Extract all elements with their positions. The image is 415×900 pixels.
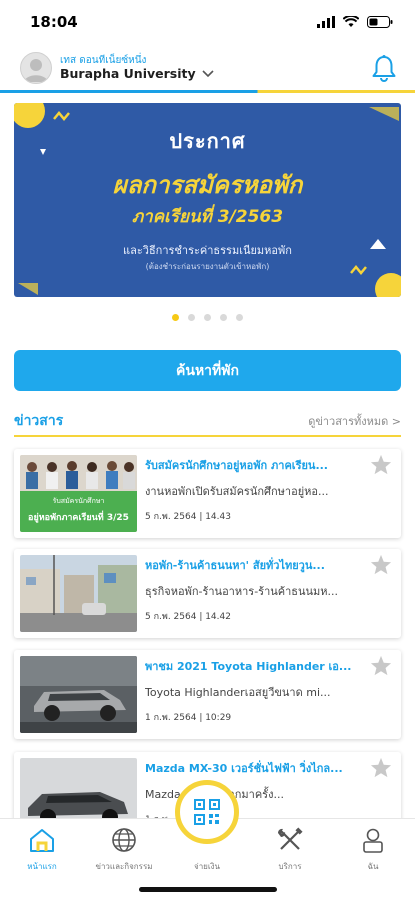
- university-name: Burapha University: [60, 65, 214, 81]
- news-thumbnail: [20, 656, 137, 733]
- news-description: ธุรกิจหอพัก-ร้านอาหาร-ร้านค้าธนนมห...: [145, 585, 339, 598]
- banner-term: ภาคเรียนที่ 3/2563: [131, 207, 284, 227]
- notification-button[interactable]: [371, 54, 397, 86]
- carousel-dot[interactable]: [204, 314, 211, 321]
- news-card-text: พาชม 2021 Toyota Highlander เอ... Toyota…: [145, 657, 365, 724]
- news-section-title: ข่าวสาร: [14, 413, 64, 429]
- news-card-text: หอพัก-ร้านค้าธนนหา' สัยทั่วไทยวูน... ธุร…: [145, 556, 365, 623]
- battery-icon: [367, 16, 393, 28]
- tab-label: บริการ: [278, 862, 302, 871]
- news-date: 5 ก.พ. 2564 | 14.42: [145, 612, 231, 622]
- star-icon[interactable]: [370, 454, 392, 475]
- news-section-header: ข่าวสาร ดูข่าวสารทั้งหมด >: [14, 407, 401, 437]
- street-photo: [20, 555, 137, 632]
- news-date: 1 ก.พ. 2564 | 10:29: [145, 713, 232, 723]
- home-icon: [30, 829, 54, 852]
- view-all-news-link[interactable]: ดูข่าวสารทั้งหมด >: [308, 412, 401, 430]
- user-name: เทส ดอนทีเน็ยซ์หนึ่ง: [60, 55, 147, 67]
- tab-services[interactable]: บริการ: [260, 827, 320, 873]
- news-title: รับสมัครนักศึกษาอยู่หอพัก ภาคเรียน...: [145, 459, 328, 472]
- thumb-caption-1: รับสมัครนักศึกษา: [52, 497, 105, 505]
- news-card[interactable]: รับสมัครนักศึกษา อยู่หอพักภาคเรียนที่ 3/…: [14, 449, 401, 538]
- carousel-dot[interactable]: [172, 314, 179, 321]
- banner-headline: ผลการสมัครหอพัก: [112, 171, 303, 199]
- tab-home[interactable]: หน้าแรก: [12, 827, 72, 873]
- banner-title: ประกาศ: [169, 129, 246, 153]
- news-description: Toyota Highlanderเอสยูวีขนาด mi...: [145, 686, 331, 699]
- carousel-dot[interactable]: [236, 314, 243, 321]
- news-thumbnail: รับสมัครนักศึกษา อยู่หอพักภาคเรียนที่ 3/…: [20, 455, 137, 532]
- announcement-banner[interactable]: ประกาศ ผลการสมัครหอพัก ภาคเรียนที่ 3/256…: [14, 103, 401, 297]
- carousel-indicator: [0, 314, 415, 321]
- news-card[interactable]: พาชม 2021 Toyota Highlander เอ... Toyota…: [14, 650, 401, 739]
- carousel-dot[interactable]: [188, 314, 195, 321]
- news-title: หอพัก-ร้านค้าธนนหา' สัยทั่วไทยวูน...: [145, 559, 325, 572]
- avatar[interactable]: [20, 52, 52, 84]
- star-icon[interactable]: [370, 757, 392, 778]
- qr-code-icon: [194, 799, 220, 825]
- status-time: 18:04: [30, 13, 78, 31]
- carousel-dot[interactable]: [220, 314, 227, 321]
- thumb-caption-2: อยู่หอพักภาคเรียนที่ 3/25: [28, 513, 129, 523]
- news-thumbnail: [20, 555, 137, 632]
- tab-news-activities[interactable]: ข่าวและกิจกรรม: [94, 827, 154, 873]
- bell-icon: [372, 55, 396, 82]
- news-title: Mazda MX-30 เวอร์ชั่นไฟฟ้า วิ่งไกล...: [145, 762, 343, 775]
- news-card[interactable]: หอพัก-ร้านค้าธนนหา' สัยทั่วไทยวูน... ธุร…: [14, 549, 401, 638]
- tab-payment[interactable]: จ่ายเงิน: [177, 857, 237, 873]
- status-icons: [317, 16, 393, 28]
- tab-label: ข่าวและกิจกรรม: [95, 862, 153, 871]
- tab-label: ฉัน: [367, 862, 379, 871]
- banner-note: (ต้องชำระก่อนรายงานตัวเข้าหอพัก): [145, 262, 270, 271]
- tab-label: หน้าแรก: [27, 862, 57, 871]
- person-icon: [363, 828, 383, 853]
- news-title: พาชม 2021 Toyota Highlander เอ...: [145, 660, 352, 673]
- app-header: เทส ดอนทีเน็ยซ์หนึ่ง Burapha University: [0, 44, 415, 92]
- tools-icon: [277, 827, 303, 850]
- tab-me[interactable]: ฉัน: [343, 827, 403, 873]
- suv-photo: [20, 656, 137, 733]
- news-card-text: รับสมัครนักศึกษาอยู่หอพัก ภาคเรียน... งา…: [145, 456, 365, 523]
- globe-icon: [112, 828, 136, 852]
- news-description: งานหอพักเปิดรับสมัครนักศึกษาอยู่หอ...: [145, 485, 329, 498]
- home-indicator: [139, 887, 277, 892]
- news-date: 5 ก.พ. 2564 | 14.43: [145, 512, 231, 522]
- cellular-signal-icon: [317, 16, 335, 28]
- star-icon[interactable]: [370, 554, 392, 575]
- university-label: Burapha University: [60, 65, 196, 81]
- banner-subtitle: และวิธีการชำระค่าธรรมเนียมหอพัก: [123, 244, 292, 257]
- star-icon[interactable]: [370, 655, 392, 676]
- person-placeholder-icon: [24, 59, 48, 82]
- header-divider: [0, 90, 415, 93]
- search-dorm-button[interactable]: ค้นหาที่พัก: [14, 350, 401, 391]
- tab-label: จ่ายเงิน: [194, 862, 220, 871]
- qr-pay-button[interactable]: [175, 780, 239, 844]
- university-selector[interactable]: เทส ดอนทีเน็ยซ์หนึ่ง Burapha University: [60, 55, 214, 81]
- status-bar: 18:04: [0, 0, 415, 44]
- chevron-down-icon: [202, 70, 214, 77]
- wifi-icon: [343, 16, 359, 27]
